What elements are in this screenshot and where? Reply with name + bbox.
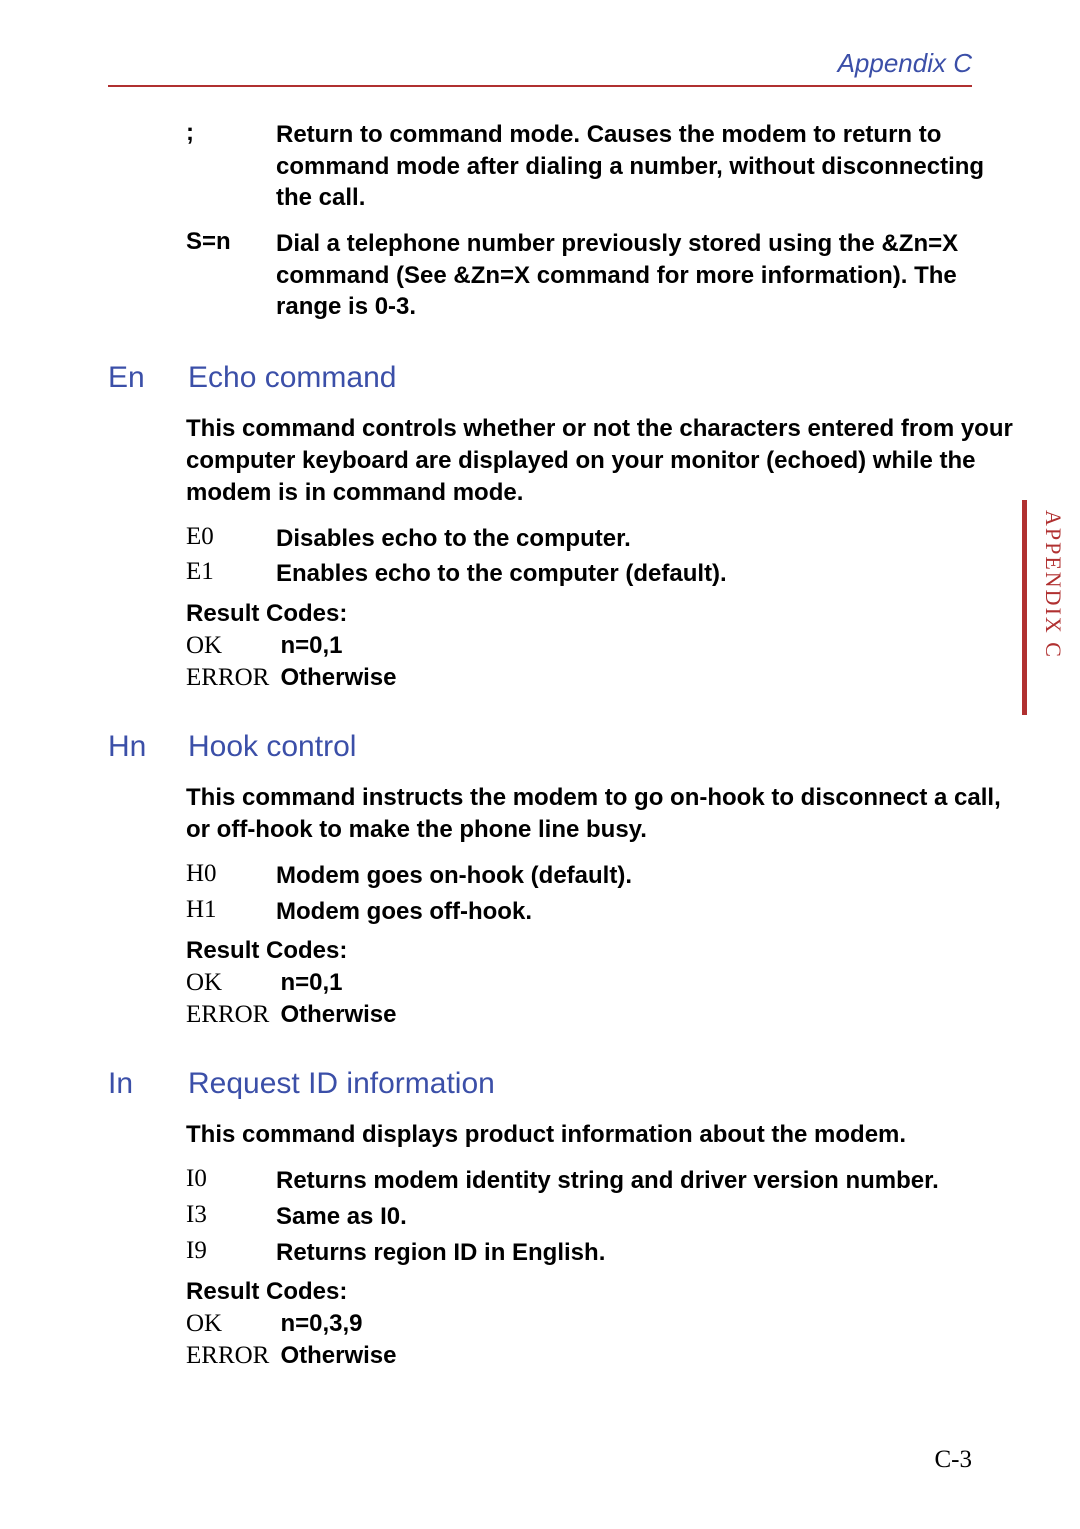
- item-code: H0: [186, 860, 276, 892]
- section-desc: This command instructs the modem to go o…: [186, 782, 1020, 846]
- result-code: ERROR: [186, 664, 276, 692]
- intro-row: S=n Dial a telephone number previously s…: [186, 228, 1020, 323]
- section-title: Echo command: [188, 361, 396, 395]
- section-heading-hn: Hn Hook control: [108, 730, 1020, 764]
- result-codes-label: Result Codes:: [186, 600, 1020, 628]
- page-number: C-3: [935, 1446, 973, 1474]
- item-code: E1: [186, 558, 276, 590]
- section-desc: This command displays product informatio…: [186, 1119, 1020, 1151]
- content: ; Return to command mode. Causes the mod…: [108, 115, 1020, 1374]
- item-text: Same as I0.: [276, 1201, 1020, 1233]
- result-code: OK: [186, 632, 276, 660]
- result-text: Otherwise: [280, 664, 396, 691]
- side-tab: APPENDIX C: [1022, 500, 1080, 715]
- result-text: n=0,1: [280, 632, 342, 659]
- result-row: ERROR Otherwise: [186, 664, 1020, 692]
- result-codes-label: Result Codes:: [186, 1278, 1020, 1306]
- result-code: ERROR: [186, 1001, 276, 1029]
- item-row: E1 Enables echo to the computer (default…: [186, 558, 1020, 590]
- section-body-in: This command displays product informatio…: [186, 1119, 1020, 1370]
- item-code: I9: [186, 1237, 276, 1269]
- result-text: n=0,3,9: [280, 1310, 362, 1337]
- item-code: E0: [186, 523, 276, 555]
- section-heading-en: En Echo command: [108, 361, 1020, 395]
- result-row: OK n=0,1: [186, 632, 1020, 660]
- result-row: OK n=0,1: [186, 969, 1020, 997]
- result-row: ERROR Otherwise: [186, 1342, 1020, 1370]
- section-body-hn: This command instructs the modem to go o…: [186, 782, 1020, 1029]
- result-text: n=0,1: [280, 969, 342, 996]
- section-title: Request ID information: [188, 1067, 495, 1101]
- result-code: OK: [186, 969, 276, 997]
- intro-text: Return to command mode. Causes the modem…: [276, 119, 1020, 214]
- item-row: I0 Returns modem identity string and dri…: [186, 1165, 1020, 1197]
- result-text: Otherwise: [280, 1001, 396, 1028]
- item-text: Modem goes off-hook.: [276, 896, 1020, 928]
- item-row: I9 Returns region ID in English.: [186, 1237, 1020, 1269]
- item-row: I3 Same as I0.: [186, 1201, 1020, 1233]
- item-text: Returns region ID in English.: [276, 1237, 1020, 1269]
- intro-code: S=n: [186, 228, 276, 323]
- section-code: In: [108, 1067, 188, 1101]
- result-codes-label: Result Codes:: [186, 937, 1020, 965]
- result-text: Otherwise: [280, 1342, 396, 1369]
- side-tab-label: APPENDIX C: [1040, 510, 1066, 659]
- section-title: Hook control: [188, 730, 356, 764]
- item-row: E0 Disables echo to the computer.: [186, 523, 1020, 555]
- section-body-en: This command controls whether or not the…: [186, 413, 1020, 692]
- item-row: H1 Modem goes off-hook.: [186, 896, 1020, 928]
- section-code: Hn: [108, 730, 188, 764]
- item-code: I0: [186, 1165, 276, 1197]
- result-code: OK: [186, 1310, 276, 1338]
- header-divider: [108, 85, 972, 87]
- intro-row: ; Return to command mode. Causes the mod…: [186, 119, 1020, 214]
- intro-code: ;: [186, 119, 276, 214]
- item-code: H1: [186, 896, 276, 928]
- intro-block: ; Return to command mode. Causes the mod…: [186, 119, 1020, 323]
- item-text: Enables echo to the computer (default).: [276, 558, 1020, 590]
- page: Appendix C APPENDIX C ; Return to comman…: [0, 0, 1080, 1529]
- section-heading-in: In Request ID information: [108, 1067, 1020, 1101]
- item-text: Disables echo to the computer.: [276, 523, 1020, 555]
- result-row: OK n=0,3,9: [186, 1310, 1020, 1338]
- intro-text: Dial a telephone number previously store…: [276, 228, 1020, 323]
- result-code: ERROR: [186, 1342, 276, 1370]
- section-desc: This command controls whether or not the…: [186, 413, 1020, 509]
- side-tab-bar: [1022, 500, 1027, 715]
- item-text: Modem goes on-hook (default).: [276, 860, 1020, 892]
- item-code: I3: [186, 1201, 276, 1233]
- item-text: Returns modem identity string and driver…: [276, 1165, 1020, 1197]
- result-row: ERROR Otherwise: [186, 1001, 1020, 1029]
- item-row: H0 Modem goes on-hook (default).: [186, 860, 1020, 892]
- header-appendix-title: Appendix C: [838, 48, 972, 79]
- section-code: En: [108, 361, 188, 395]
